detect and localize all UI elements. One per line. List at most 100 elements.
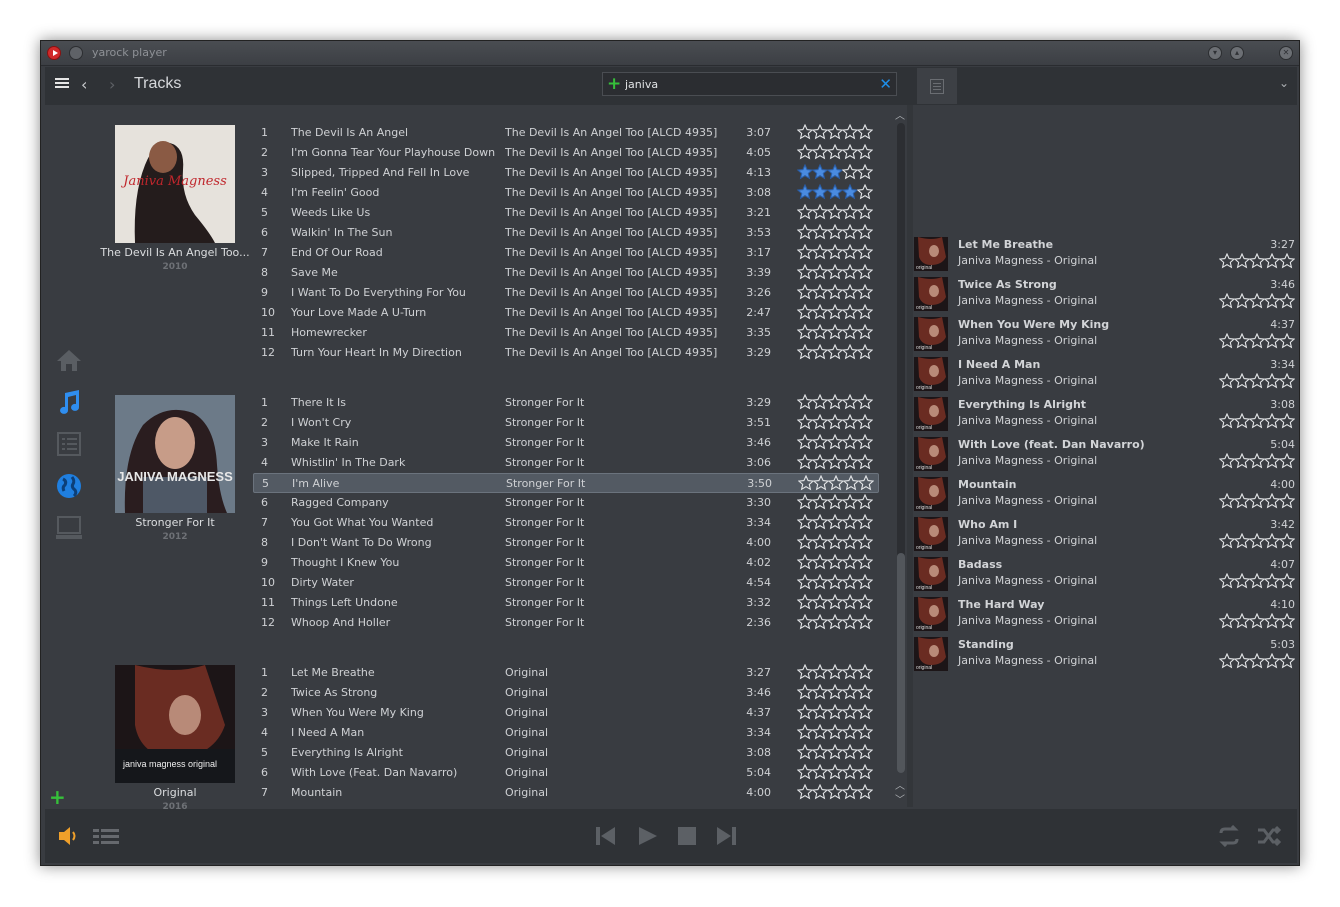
star-empty-icon[interactable] xyxy=(842,224,858,240)
scroll-up-icon[interactable]: ︿ xyxy=(895,107,905,122)
star-empty-icon[interactable] xyxy=(1264,453,1280,469)
star-empty-icon[interactable] xyxy=(812,124,828,140)
star-empty-icon[interactable] xyxy=(812,534,828,550)
star-empty-icon[interactable] xyxy=(797,664,813,680)
add-icon[interactable]: + xyxy=(49,785,66,809)
star-empty-icon[interactable] xyxy=(797,764,813,780)
track-row[interactable]: 6 Ragged Company Stronger For It 3:30 xyxy=(253,493,879,513)
star-empty-icon[interactable] xyxy=(1234,413,1250,429)
star-empty-icon[interactable] xyxy=(842,744,858,760)
star-empty-icon[interactable] xyxy=(812,554,828,570)
track-row[interactable]: 6 With Love (Feat. Dan Navarro) Original 5:… xyxy=(253,763,879,783)
star-empty-icon[interactable] xyxy=(1264,533,1280,549)
previous-track-icon[interactable] xyxy=(595,826,617,850)
star-empty-icon[interactable] xyxy=(797,204,813,220)
star-empty-icon[interactable] xyxy=(842,704,858,720)
star-empty-icon[interactable] xyxy=(1219,573,1235,589)
track-row[interactable]: 11 Things Left Undone Stronger For It 3:32 xyxy=(253,593,879,613)
chevron-down-icon[interactable]: ⌄ xyxy=(1279,76,1289,90)
repeat-icon[interactable] xyxy=(1216,824,1242,851)
star-empty-icon[interactable] xyxy=(857,704,873,720)
star-empty-icon[interactable] xyxy=(1264,373,1280,389)
star-empty-icon[interactable] xyxy=(857,614,873,630)
star-empty-icon[interactable] xyxy=(857,534,873,550)
star-empty-icon[interactable] xyxy=(812,704,828,720)
star-empty-icon[interactable] xyxy=(828,475,844,491)
track-row[interactable]: 8 I Don't Want To Do Wrong Stronger For It… xyxy=(253,533,879,553)
star-empty-icon[interactable] xyxy=(857,224,873,240)
star-empty-icon[interactable] xyxy=(812,244,828,260)
scrollbar-thumb[interactable] xyxy=(897,553,905,773)
star-empty-icon[interactable] xyxy=(842,494,858,510)
star-empty-icon[interactable] xyxy=(812,144,828,160)
star-empty-icon[interactable] xyxy=(1249,533,1265,549)
star-empty-icon[interactable] xyxy=(812,514,828,530)
star-filled-icon[interactable] xyxy=(842,184,858,200)
play-icon[interactable] xyxy=(637,826,659,850)
star-empty-icon[interactable] xyxy=(827,764,843,780)
star-empty-icon[interactable] xyxy=(1279,293,1295,309)
track-row[interactable]: 7 Mountain Original 4:00 xyxy=(253,783,879,803)
star-empty-icon[interactable] xyxy=(857,144,873,160)
star-empty-icon[interactable] xyxy=(827,124,843,140)
star-empty-icon[interactable] xyxy=(827,534,843,550)
star-empty-icon[interactable] xyxy=(857,454,873,470)
queue-item[interactable]: original With Love (feat. Dan Navarro) 5:0… xyxy=(913,435,1297,473)
star-empty-icon[interactable] xyxy=(797,744,813,760)
track-row[interactable]: 1 Let Me Breathe Original 3:27 xyxy=(253,663,879,683)
star-filled-icon[interactable] xyxy=(797,184,813,200)
star-empty-icon[interactable] xyxy=(857,744,873,760)
close-button[interactable]: ✕ xyxy=(1279,46,1293,60)
star-empty-icon[interactable] xyxy=(1219,493,1235,509)
back-arrow-icon[interactable]: ‹ xyxy=(81,75,87,95)
star-empty-icon[interactable] xyxy=(1249,573,1265,589)
star-empty-icon[interactable] xyxy=(842,554,858,570)
track-row[interactable]: 2 I'm Gonna Tear Your Playhouse Down The D… xyxy=(253,143,879,163)
star-empty-icon[interactable] xyxy=(1249,253,1265,269)
star-empty-icon[interactable] xyxy=(827,144,843,160)
globe-icon[interactable] xyxy=(53,471,85,501)
track-row[interactable]: 10 Your Love Made A U-Turn The Devil Is An… xyxy=(253,303,879,323)
star-empty-icon[interactable] xyxy=(797,434,813,450)
star-empty-icon[interactable] xyxy=(857,764,873,780)
star-empty-icon[interactable] xyxy=(842,344,858,360)
star-empty-icon[interactable] xyxy=(797,144,813,160)
star-empty-icon[interactable] xyxy=(797,514,813,530)
star-empty-icon[interactable] xyxy=(857,514,873,530)
star-empty-icon[interactable] xyxy=(1264,573,1280,589)
star-empty-icon[interactable] xyxy=(1234,653,1250,669)
star-empty-icon[interactable] xyxy=(827,704,843,720)
star-empty-icon[interactable] xyxy=(842,324,858,340)
star-empty-icon[interactable] xyxy=(812,264,828,280)
star-empty-icon[interactable] xyxy=(857,724,873,740)
next-track-icon[interactable] xyxy=(715,826,737,850)
star-empty-icon[interactable] xyxy=(812,724,828,740)
star-empty-icon[interactable] xyxy=(812,454,828,470)
track-row[interactable]: 1 There It Is Stronger For It 3:29 xyxy=(253,393,879,413)
star-empty-icon[interactable] xyxy=(812,304,828,320)
queue-item[interactable]: original Everything Is Alright 3:08 Janiva … xyxy=(913,395,1297,433)
track-row[interactable]: 4 Whistlin' In The Dark Stronger For It 3:0… xyxy=(253,453,879,473)
star-empty-icon[interactable] xyxy=(797,224,813,240)
star-empty-icon[interactable] xyxy=(1279,493,1295,509)
scroll-up-icon[interactable]: ︿ xyxy=(895,777,905,792)
star-empty-icon[interactable] xyxy=(857,554,873,570)
star-empty-icon[interactable] xyxy=(812,684,828,700)
star-filled-icon[interactable] xyxy=(812,184,828,200)
star-empty-icon[interactable] xyxy=(1249,333,1265,349)
queue-item[interactable]: original Let Me Breathe 3:27 Janiva Magness… xyxy=(913,235,1297,273)
album-title[interactable]: Stronger For It xyxy=(93,516,257,529)
star-empty-icon[interactable] xyxy=(1219,253,1235,269)
star-empty-icon[interactable] xyxy=(857,324,873,340)
minimize-button[interactable]: ▾ xyxy=(1208,46,1222,60)
star-empty-icon[interactable] xyxy=(842,764,858,780)
star-empty-icon[interactable] xyxy=(842,434,858,450)
star-empty-icon[interactable] xyxy=(827,724,843,740)
star-empty-icon[interactable] xyxy=(1279,573,1295,589)
track-row[interactable]: 2 Twice As Strong Original 3:46 xyxy=(253,683,879,703)
album-title[interactable]: The Devil Is An Angel Too... xyxy=(93,246,257,259)
star-empty-icon[interactable] xyxy=(813,475,829,491)
track-row[interactable]: 12 Turn Your Heart In My Direction The Dev… xyxy=(253,343,879,363)
star-empty-icon[interactable] xyxy=(797,574,813,590)
star-empty-icon[interactable] xyxy=(827,574,843,590)
